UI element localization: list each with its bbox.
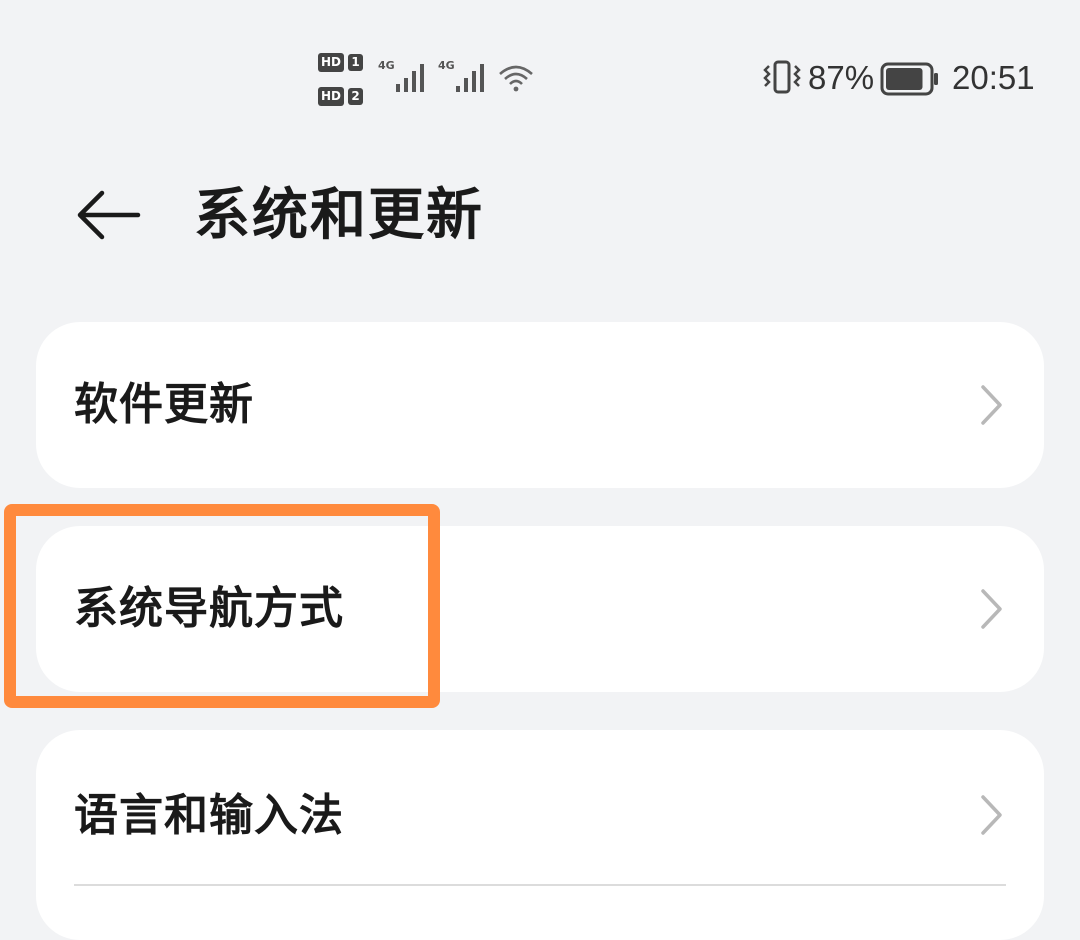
back-arrow-icon[interactable] [66,180,146,250]
list-divider [74,884,1006,886]
settings-item-label: 语言和输入法 [74,790,344,841]
network-type-1: 4G [378,59,395,72]
hd-voice-indicators: HD 1 HD 2 [318,52,368,106]
status-time: 20:51 [952,59,1035,96]
signal-icon [456,64,484,92]
settings-item-language-input[interactable]: 语言和输入法 [36,730,1044,940]
settings-item-label: 系统导航方式 [74,583,344,634]
hd-row-sim-2: HD 2 [318,86,368,106]
hd-badge-2: HD [318,86,345,106]
vibrate-icon [763,60,801,94]
signal-icon [396,64,424,92]
battery-percent: 87% [808,59,875,96]
settings-item-label: 软件更新 [74,379,254,430]
hd-row-sim-1: HD 1 [318,52,368,72]
status-bar: HD 1 HD 2 4G 4G 87% 20:51 [0,0,1080,150]
settings-item-software-update[interactable]: 软件更新 [36,322,1044,488]
sim-1-badge: 1 [348,53,364,71]
wifi-icon [499,65,533,92]
chevron-right-icon [981,385,1002,425]
network-type-2: 4G [438,59,455,72]
hd-badge-1: HD [318,52,345,72]
page-title: 系统和更新 [194,183,484,248]
settings-item-system-navigation[interactable]: 系统导航方式 [36,526,1044,692]
battery-icon [880,62,938,96]
chevron-right-icon [981,795,1002,835]
chevron-right-icon [981,589,1002,629]
sim-2-badge: 2 [348,87,364,105]
